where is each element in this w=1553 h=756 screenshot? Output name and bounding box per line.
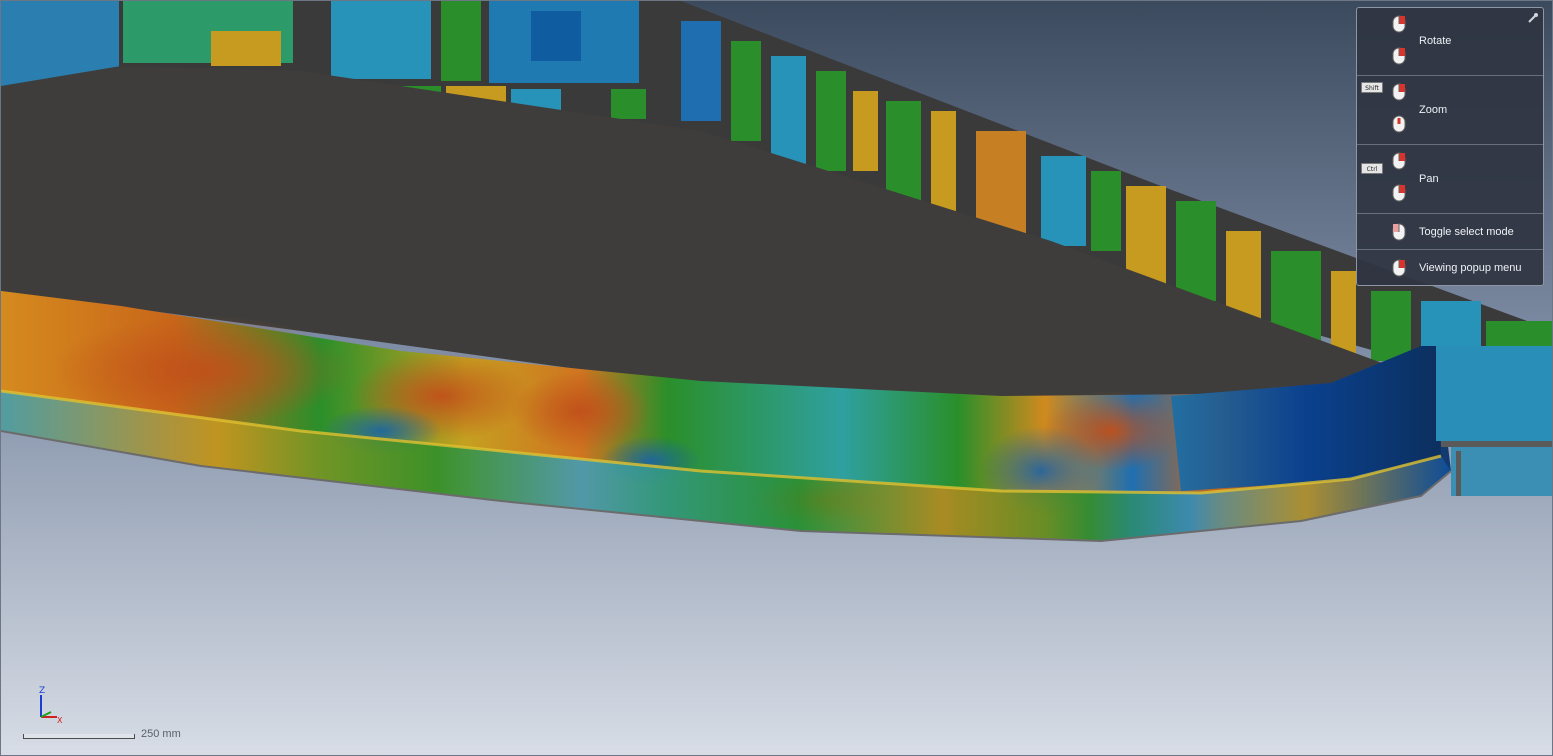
mouse-left-icon [1392,15,1406,33]
ctrl-key-badge: Ctrl [1361,163,1383,174]
help-row-zoom: Shift Zoom [1357,76,1543,145]
model-scene[interactable] [1,1,1553,756]
mouse-middle-icon [1392,184,1406,202]
help-row-popup-menu: Viewing popup menu [1357,250,1543,286]
help-row-toggle-select: Toggle select mode [1357,214,1543,250]
mouse-wheel-icon [1392,115,1406,133]
scale-bar [23,734,135,739]
mouse-left-icon [1392,47,1406,65]
axis-z-label: Z [39,686,45,696]
viewing-help-panel: Rotate Shift Zoom Ctrl Pan Toggle select… [1356,7,1544,286]
help-row-pan: Ctrl Pan [1357,145,1543,214]
rotate-label: Rotate [1419,35,1452,47]
help-row-rotate: Rotate [1357,8,1543,76]
pan-label: Pan [1419,173,1439,185]
axis-x-label: X [57,716,63,725]
axis-triad: Z X [39,686,63,725]
shift-key-badge: Shift [1361,82,1383,93]
viewing-popup-menu-label: Viewing popup menu [1419,262,1522,274]
mouse-left-icon [1392,152,1406,170]
scale-label: 250 mm [141,728,181,740]
mouse-left-icon [1392,83,1406,101]
mouse-right-icon [1392,223,1406,241]
toggle-select-mode-label: Toggle select mode [1419,226,1514,238]
mouse-right-icon [1392,259,1406,277]
3d-viewport[interactable]: Rotate Shift Zoom Ctrl Pan Toggle select… [0,0,1553,756]
zoom-label: Zoom [1419,104,1448,116]
